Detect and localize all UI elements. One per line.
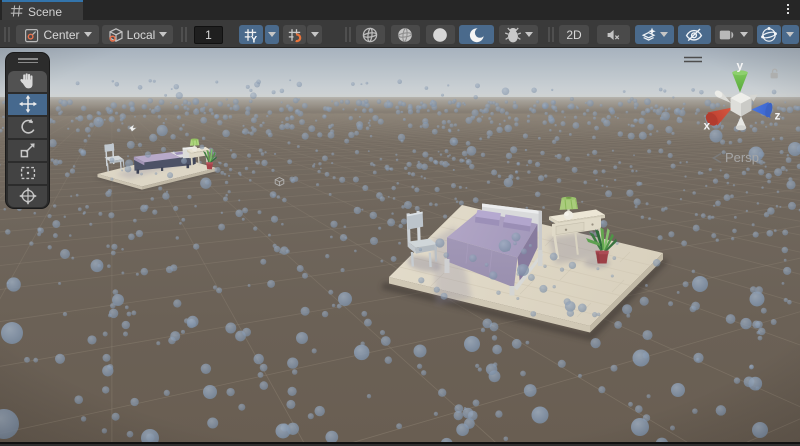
svg-text:z: z xyxy=(775,109,781,123)
svg-text:x: x xyxy=(704,119,711,133)
svg-text:Persp: Persp xyxy=(725,150,759,165)
svg-text:Y: Y xyxy=(251,34,258,44)
svg-text:y: y xyxy=(737,59,744,73)
